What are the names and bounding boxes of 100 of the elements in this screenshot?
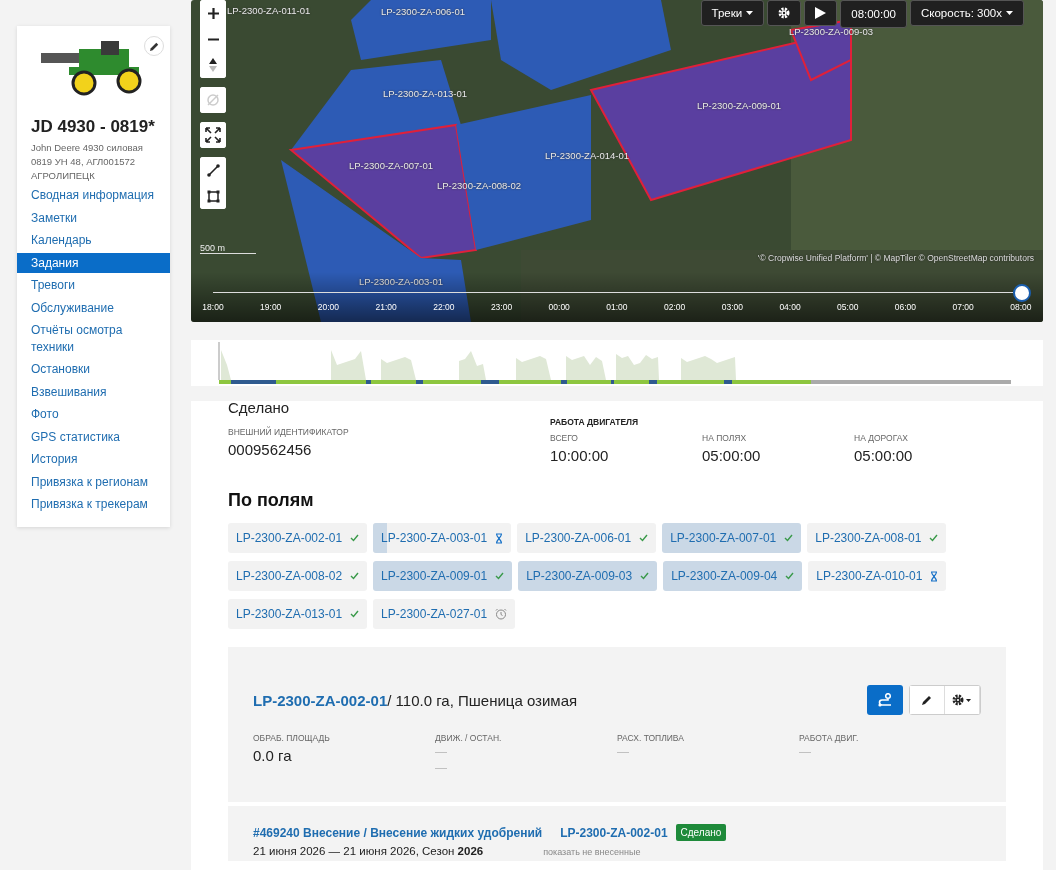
sidebar-item[interactable]: Фото	[17, 404, 170, 425]
field-label: LP-2300-ZA-007-01	[349, 160, 433, 171]
field-heading: LP-2300-ZA-002-01/ 110.0 га, Пшеница озимая	[253, 691, 578, 709]
task-link[interactable]: #469240 Внесение / Внесение жидких удобрений	[253, 825, 543, 840]
speed-dropdown[interactable]: Скорость: 300x	[910, 0, 1024, 26]
status-badge: Сделано	[675, 824, 727, 841]
route-button[interactable]	[867, 685, 903, 715]
field-link[interactable]: LP-2300-ZA-002-01	[560, 825, 668, 840]
field-chip[interactable]: LP-2300-ZA-002-01	[228, 523, 368, 553]
activity-area	[616, 354, 659, 380]
stat-value: 0009562456	[228, 441, 313, 458]
sidebar-item[interactable]: Сводная информация	[17, 185, 170, 206]
sidebar-item[interactable]: Привязка к трекерам	[17, 494, 170, 515]
timeline-tick: 07:00	[951, 302, 975, 312]
field-label: LP-2300-ZA-003-01	[359, 276, 443, 287]
stat-label: РАБОТА ДВИГ.	[799, 733, 860, 743]
scale-bar: 500 m	[200, 243, 256, 254]
activity-area	[381, 357, 416, 380]
check-icon	[929, 534, 939, 542]
timeline-tick: 19:00	[259, 302, 283, 312]
caret-icon	[1006, 11, 1013, 15]
section-heading: РАБОТА ДВИГАТЕЛЯ	[550, 417, 640, 427]
stat-label: ОБРАБ. ПЛОЩАДЬ	[253, 733, 331, 743]
field-chip[interactable]: LP-2300-ZA-009-03	[518, 561, 658, 591]
field-chip[interactable]: LP-2300-ZA-003-01	[373, 523, 512, 553]
field-chip[interactable]: LP-2300-ZA-008-02	[228, 561, 368, 591]
stat-label: ВСЕГО	[550, 433, 579, 443]
stat-value: —	[799, 745, 812, 759]
field-chip[interactable]: LP-2300-ZA-006-01	[517, 523, 657, 553]
sidebar-item[interactable]: Привязка к регионам	[17, 471, 170, 492]
section-heading: По полям	[228, 490, 315, 511]
sidebar-item[interactable]: Заметки	[17, 207, 170, 228]
timeline-tick: 23:00	[489, 302, 514, 312]
pencil-icon	[921, 694, 933, 706]
field-chip[interactable]: LP-2300-ZA-010-01	[808, 561, 947, 591]
sidebar-item[interactable]: Тревоги	[17, 275, 170, 296]
activity-area	[221, 350, 231, 380]
field-chip[interactable]: LP-2300-ZA-009-01	[373, 561, 513, 591]
check-icon	[785, 572, 795, 580]
sidebar-item[interactable]: История	[17, 449, 170, 470]
field-label: LP-2300-ZA-011-01	[227, 5, 311, 16]
sidebar-item[interactable]: Остановки	[17, 359, 170, 380]
stat-value: 05:00:00	[854, 447, 914, 464]
activity-area	[566, 356, 606, 380]
timeline-tick: 05:00	[836, 302, 860, 312]
stat-value: 10:00:00	[550, 447, 610, 464]
stat-label: РАСХ. ТОПЛИВА	[617, 733, 685, 743]
field-chip[interactable]: LP-2300-ZA-008-01	[807, 523, 947, 553]
edit-button[interactable]	[144, 36, 164, 56]
stat-label: НА ДОРОГАХ	[854, 433, 909, 443]
timeline-tick: 00:00	[547, 302, 571, 312]
stat-value: —	[435, 761, 448, 775]
sidebar-item[interactable]: Обслуживание	[17, 297, 170, 318]
check-icon	[640, 572, 650, 580]
timeline-tick: 22:00	[432, 302, 456, 312]
stat-value: 05:00:00	[702, 447, 762, 464]
field-label: LP-2300-ZA-009-01	[697, 100, 781, 111]
sidebar-item[interactable]: Взвешивания	[17, 381, 170, 402]
sidebar-item[interactable]: Календарь	[17, 230, 170, 251]
sidebar-item[interactable]: Отчёты осмотра техники	[17, 320, 170, 357]
settings-button[interactable]	[767, 0, 802, 26]
sidebar-item[interactable]: Задания	[17, 252, 170, 273]
field-chip[interactable]: LP-2300-ZA-027-01	[373, 599, 516, 629]
settings-icon	[778, 7, 791, 19]
timeline-tick: 18:00	[201, 302, 225, 312]
field-chip[interactable]: LP-2300-ZA-013-01	[228, 599, 368, 629]
activity-area	[681, 356, 736, 380]
hourglass-icon	[495, 532, 504, 544]
check-icon	[350, 610, 360, 618]
play-button[interactable]	[804, 0, 838, 26]
stat-value: 0.0 га	[253, 747, 293, 764]
fullscreen-button[interactable]	[200, 122, 226, 148]
alarm-clock-icon	[495, 608, 508, 620]
tracks-dropdown[interactable]: Треки	[700, 0, 765, 26]
stat-label: НА ПОЛЯХ	[702, 433, 748, 443]
field-chip[interactable]: LP-2300-ZA-007-01	[662, 523, 802, 553]
vehicle-name: JD 4930 - 0819*	[30, 116, 156, 138]
check-icon	[784, 534, 794, 542]
caret-icon	[746, 11, 754, 15]
stat-value: —	[435, 745, 448, 759]
check-icon	[639, 534, 649, 542]
field-chip[interactable]: LP-2300-ZA-009-04	[663, 561, 803, 591]
show-missing-link[interactable]: показать не внесенные	[543, 847, 641, 857]
timeline-tick: 03:00	[720, 302, 744, 312]
sidebar-item[interactable]: GPS статистика	[17, 426, 170, 447]
field-link[interactable]: LP-2300-ZA-002-01	[253, 691, 388, 709]
activity-area	[331, 350, 366, 380]
timeline-tick: 08:00	[1009, 302, 1033, 312]
check-icon	[350, 572, 360, 580]
playback-time: 08:00:00	[840, 0, 907, 28]
check-icon	[495, 572, 505, 580]
hourglass-icon	[930, 570, 939, 582]
task-status: Сделано	[228, 401, 291, 415]
check-icon	[350, 534, 360, 542]
timeline-tick: 02:00	[663, 302, 687, 312]
compass-icon	[209, 58, 217, 72]
route-icon	[877, 693, 893, 707]
field-label: LP-2300-ZA-006-01	[381, 6, 465, 17]
timeline-tick: 04:00	[778, 302, 802, 312]
layer-toggle-button[interactable]	[200, 87, 226, 113]
